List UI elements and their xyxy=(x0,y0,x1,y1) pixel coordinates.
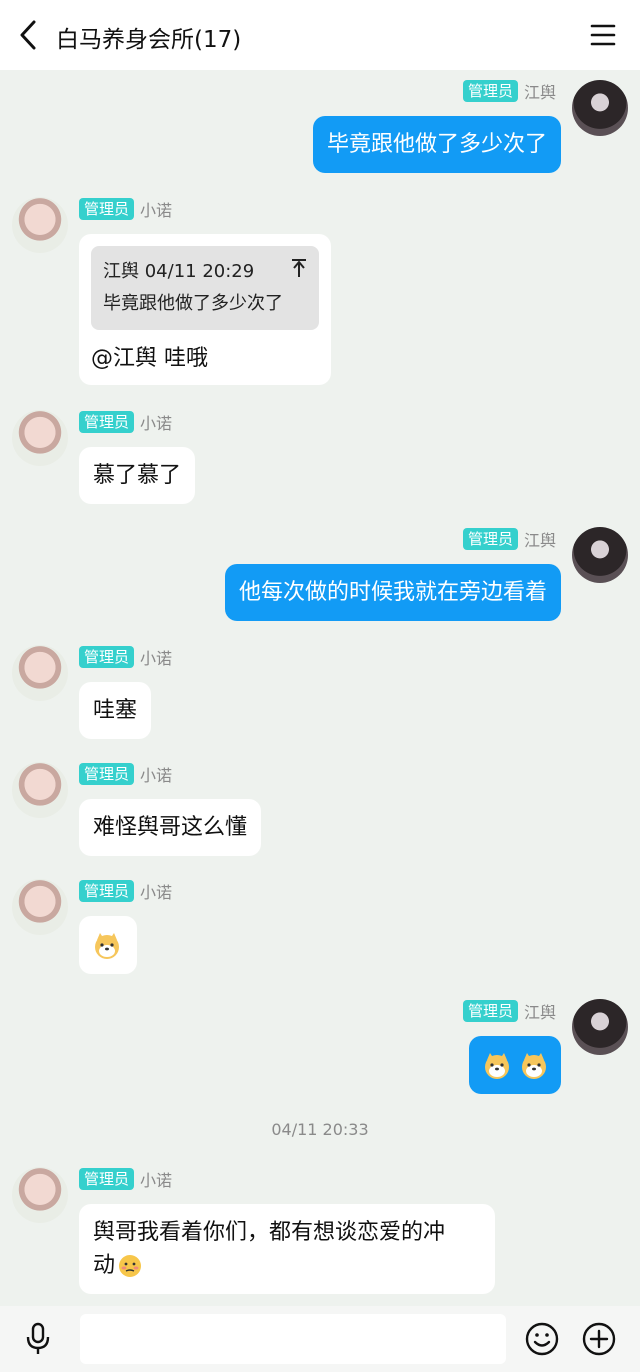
message-meta: 管理员 小诺 xyxy=(79,198,172,220)
message-meta: 管理员 江舆 xyxy=(462,1000,556,1022)
admin-badge: 管理员 xyxy=(462,528,518,550)
admin-badge: 管理员 xyxy=(79,880,135,902)
message-bubble[interactable]: 他每次做的时候我就在旁边看着 xyxy=(224,564,561,621)
message-meta: 管理员 小诺 xyxy=(79,763,172,785)
admin-badge: 管理员 xyxy=(79,646,135,668)
plus-icon[interactable] xyxy=(582,1322,616,1356)
message-meta: 管理员 江舆 xyxy=(462,528,556,550)
avatar-xiaonuo[interactable] xyxy=(12,645,68,701)
input-bar xyxy=(0,1306,640,1372)
avatar-jiangyu[interactable] xyxy=(572,527,628,583)
avatar-xiaonuo[interactable] xyxy=(12,1167,68,1223)
admin-badge: 管理员 xyxy=(79,763,135,785)
sender-name: 小诺 xyxy=(140,1171,173,1190)
message-bubble[interactable]: 舆哥我看着你们，都有想谈恋爱的冲 动 xyxy=(79,1204,495,1294)
avatar-xiaonuo[interactable] xyxy=(12,879,68,935)
admin-badge: 管理员 xyxy=(462,1000,518,1022)
microphone-icon[interactable] xyxy=(22,1322,54,1356)
sender-name: 小诺 xyxy=(140,649,173,668)
message-bubble[interactable]: 慕了慕了 xyxy=(79,447,196,504)
sender-name: 江舆 xyxy=(523,1003,556,1022)
avatar-xiaonuo[interactable] xyxy=(12,410,68,466)
sender-name: 江舆 xyxy=(523,531,556,550)
message-text-line: 舆哥我看着你们，都有想谈恋爱的冲 xyxy=(93,1220,446,1245)
admin-badge: 管理员 xyxy=(462,80,518,102)
message-meta: 管理员 小诺 xyxy=(79,411,172,433)
timestamp-divider: 04/11 20:33 xyxy=(271,1120,369,1139)
sender-name: 小诺 xyxy=(140,766,173,785)
message-bubble[interactable]: 毕竟跟他做了多少次了 xyxy=(312,116,561,173)
blushing-face-emoji-icon xyxy=(119,1254,142,1277)
message-meta: 管理员 小诺 xyxy=(79,880,172,902)
message-bubble[interactable]: 哇塞 xyxy=(79,682,152,739)
admin-badge: 管理员 xyxy=(79,411,135,433)
sender-name: 江舆 xyxy=(523,83,556,102)
menu-icon[interactable] xyxy=(590,22,616,48)
avatar-xiaonuo[interactable] xyxy=(12,762,68,818)
sender-name: 小诺 xyxy=(140,201,173,220)
admin-badge: 管理员 xyxy=(79,198,135,220)
message-meta: 管理员 小诺 xyxy=(79,1168,172,1190)
quote-text: 毕竟跟他做了多少次了 xyxy=(103,293,283,314)
message-bubble[interactable] xyxy=(469,1036,561,1094)
dog-face-emoji-icon xyxy=(95,933,119,959)
message-bubble[interactable]: 江舆 04/11 20:29 毕竟跟他做了多少次了 @江舆 哇哦 xyxy=(79,234,331,385)
sender-name: 小诺 xyxy=(140,883,173,902)
message-meta: 管理员 小诺 xyxy=(79,646,172,668)
avatar-xiaonuo[interactable] xyxy=(12,197,68,253)
avatar-jiangyu[interactable] xyxy=(572,999,628,1055)
chat-title: 白马养身会所(17) xyxy=(56,27,242,53)
message-text-line: 动 xyxy=(93,1253,116,1278)
message-input[interactable] xyxy=(80,1314,506,1364)
quoted-message[interactable]: 江舆 04/11 20:29 毕竟跟他做了多少次了 xyxy=(91,246,319,330)
message-meta: 管理员 江舆 xyxy=(462,80,556,102)
message-bubble[interactable] xyxy=(79,916,137,974)
emoji-smiley-icon[interactable] xyxy=(525,1322,559,1356)
dog-face-emoji-icon xyxy=(522,1053,546,1079)
quote-header: 江舆 04/11 20:29 xyxy=(103,261,255,282)
dog-face-emoji-icon xyxy=(485,1053,509,1079)
sender-name: 小诺 xyxy=(140,414,173,433)
avatar-jiangyu[interactable] xyxy=(572,80,628,136)
back-arrow-icon[interactable] xyxy=(14,18,44,52)
jump-up-icon[interactable] xyxy=(291,258,307,278)
top-bar: 白马养身会所(17) xyxy=(0,0,640,70)
message-text: @江舆 哇哦 xyxy=(91,346,208,371)
admin-badge: 管理员 xyxy=(79,1168,135,1190)
message-bubble[interactable]: 难怪舆哥这么懂 xyxy=(79,799,262,856)
